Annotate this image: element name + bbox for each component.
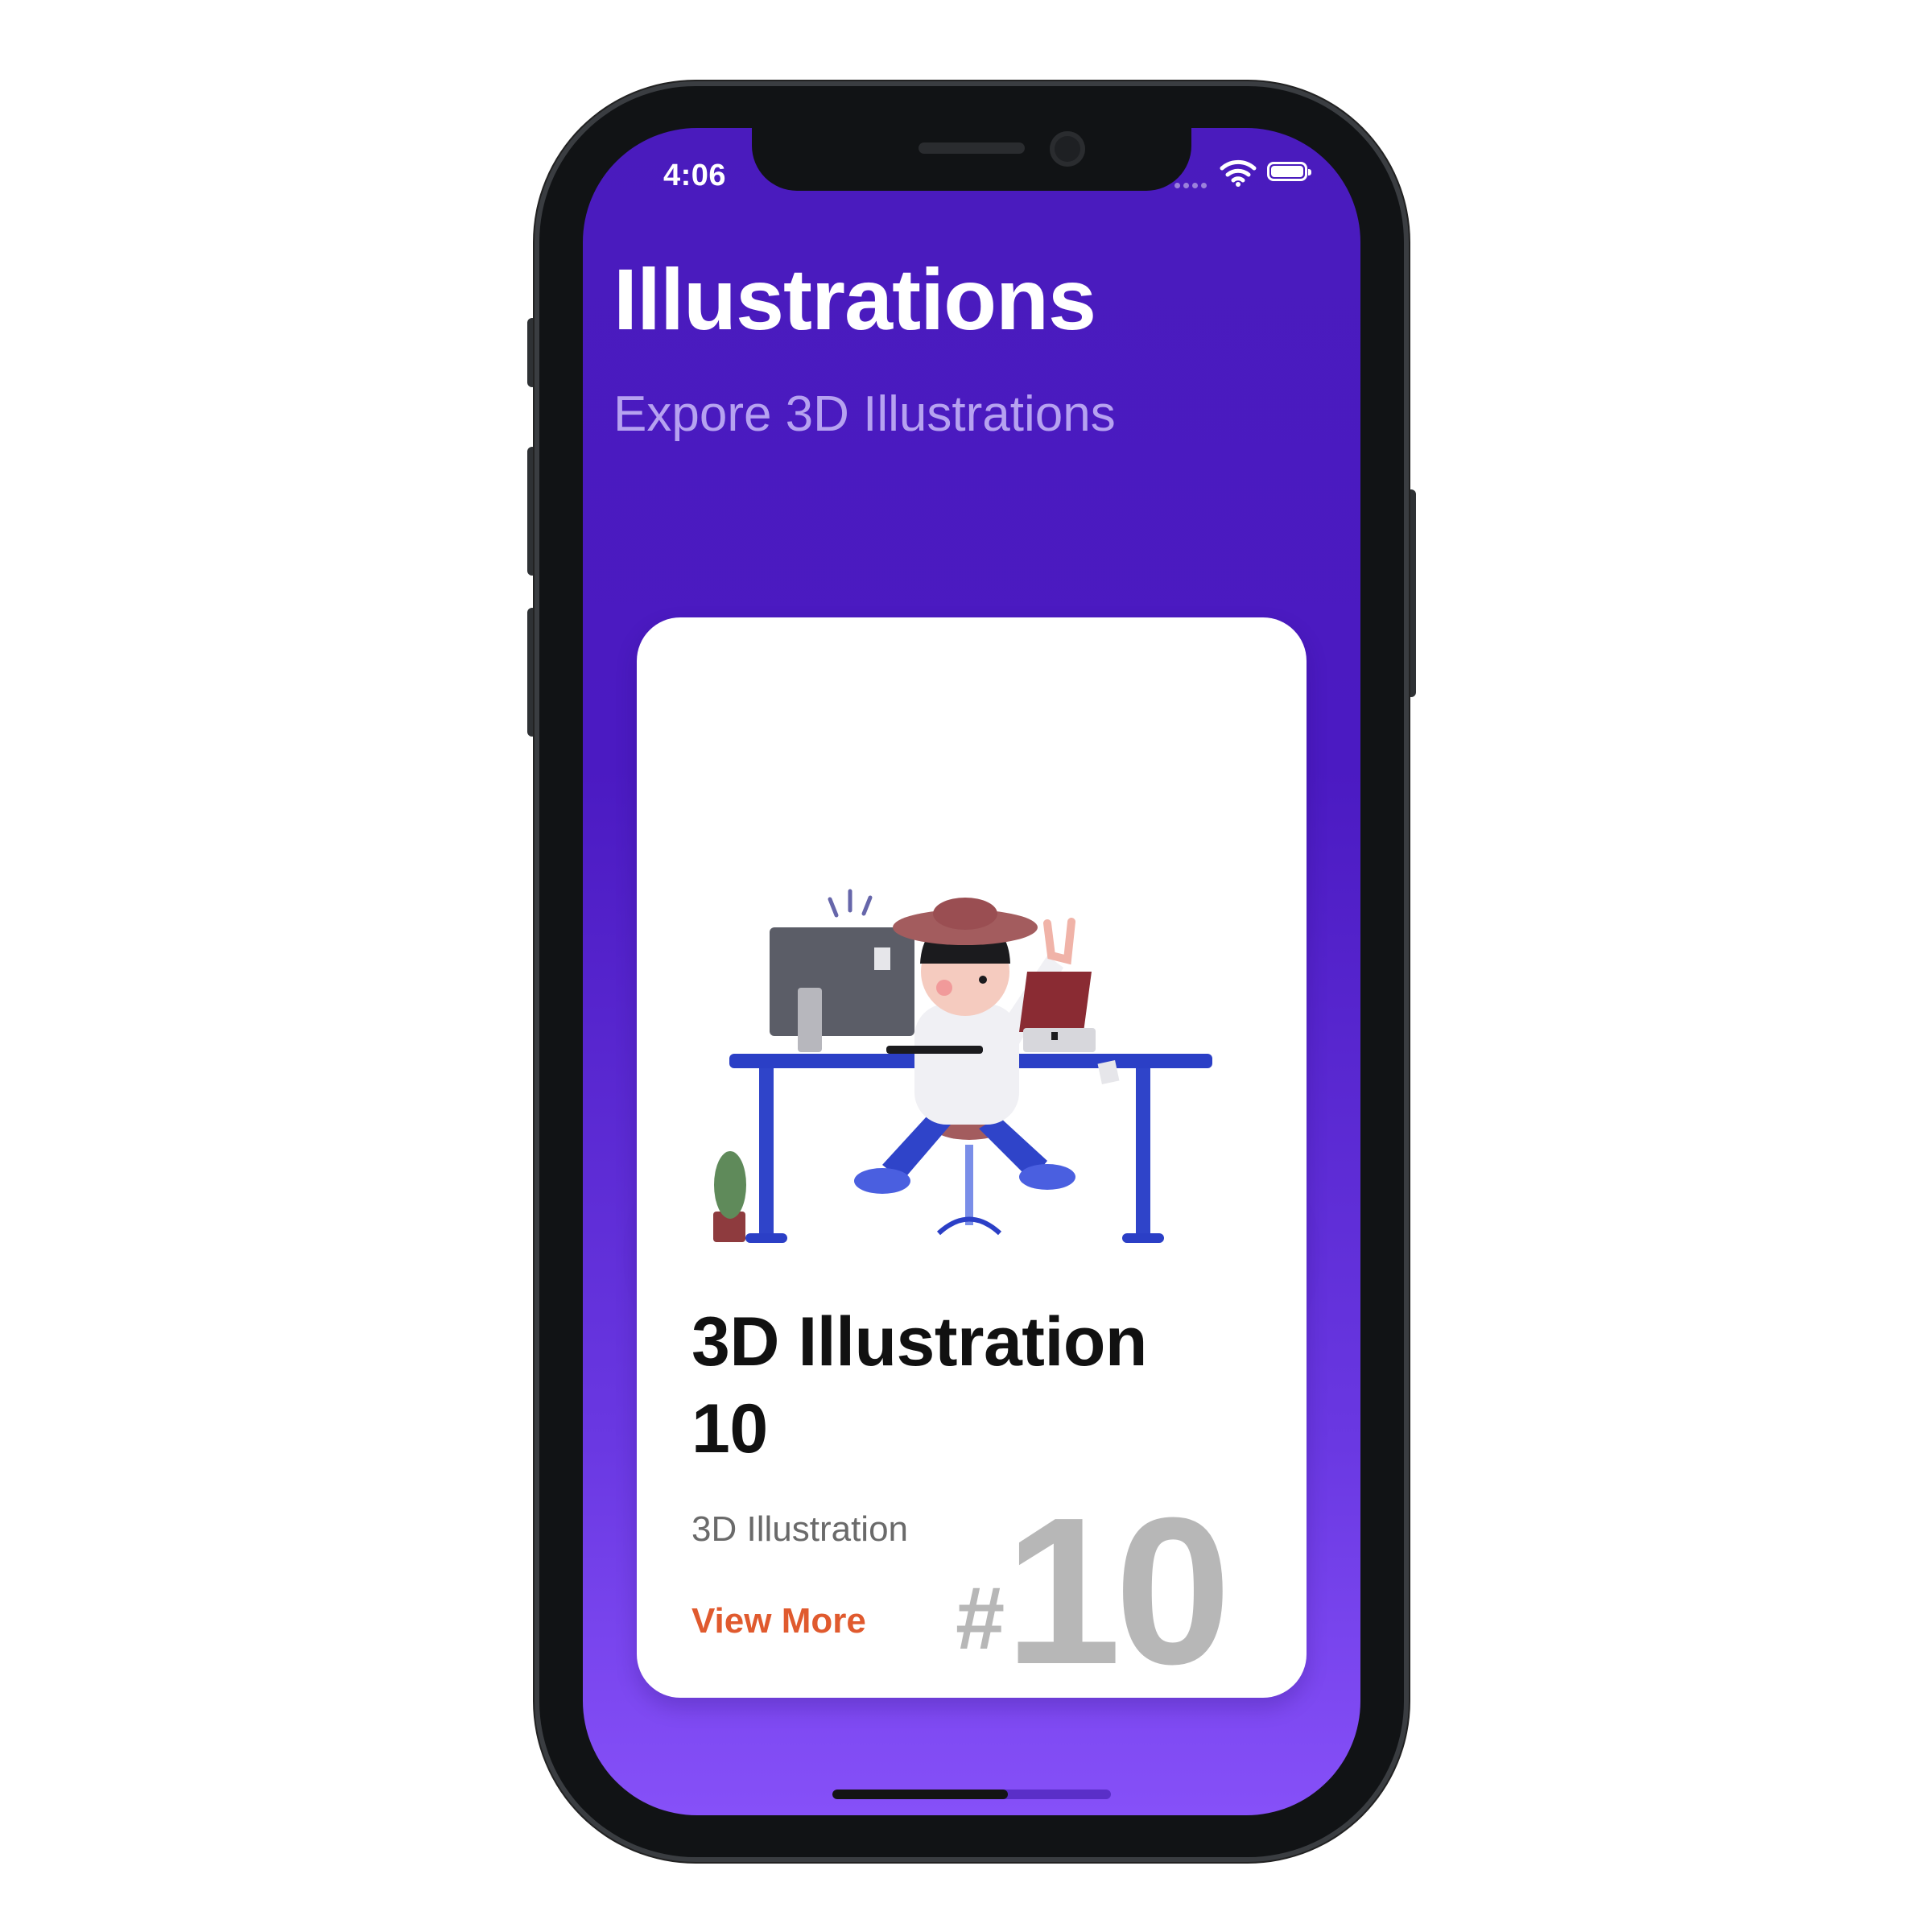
page-subtitle: Expore 3D Illustrations: [613, 386, 1116, 442]
notch: [752, 128, 1191, 191]
card-number-value: 10: [1005, 1475, 1231, 1698]
card-number: #10: [956, 1487, 1231, 1696]
cellular-signal-icon: [1174, 178, 1210, 192]
card-subtitle: 3D Illustration: [691, 1509, 909, 1549]
page-title: Illustrations: [613, 250, 1096, 348]
status-time: 4:06: [663, 159, 727, 192]
desk-worker-illustration: [713, 889, 1212, 1243]
illustration-card[interactable]: 3D Illustration 10 3D Illustration View …: [637, 617, 1307, 1698]
phone-frame: 4:06 Illustrations Expore 3D Illustratio…: [535, 81, 1409, 1862]
wifi-icon: [1220, 159, 1257, 187]
card-number-hash: #: [956, 1569, 1005, 1668]
app-screen: 4:06 Illustrations Expore 3D Illustratio…: [583, 128, 1360, 1815]
front-camera: [1050, 131, 1085, 167]
home-indicator[interactable]: [832, 1790, 1111, 1799]
view-more-link[interactable]: View More: [691, 1601, 866, 1641]
speaker-grille: [919, 142, 1025, 154]
battery-icon: [1267, 162, 1311, 181]
card-title: 3D Illustration 10: [691, 1303, 1147, 1468]
